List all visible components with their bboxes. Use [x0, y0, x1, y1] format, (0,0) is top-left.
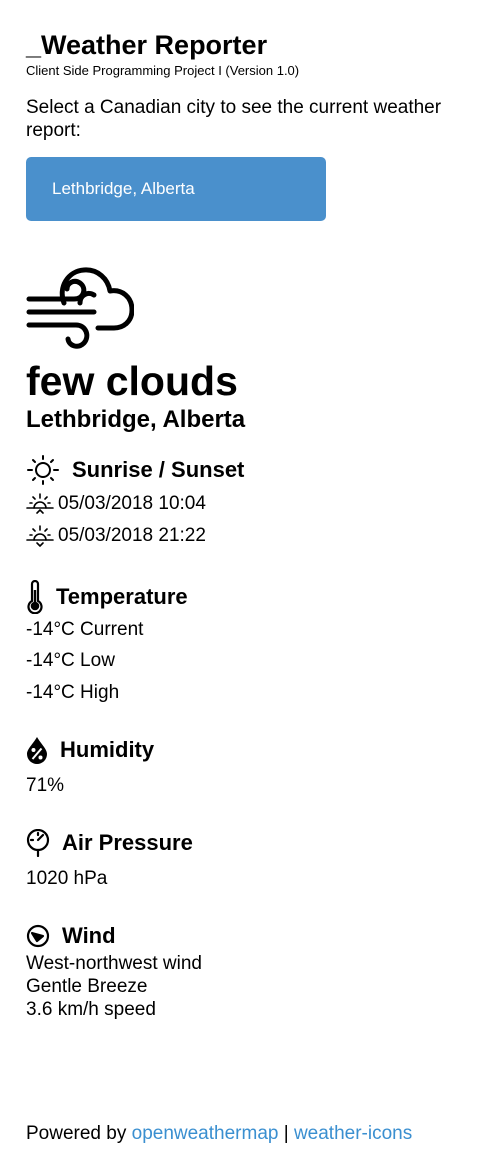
humidity-value: 71% [26, 775, 65, 796]
wind-direction: West-northwest wind [26, 953, 202, 974]
thermometer-icon [27, 580, 43, 614]
app-subtitle: Client Side Programming Project I (Versi… [26, 63, 300, 78]
city-select-value: Lethbridge, Alberta [52, 179, 195, 198]
wind-section-heading: Wind [26, 922, 116, 950]
pressure-section-heading: Air Pressure [26, 829, 193, 857]
cloud-windy-icon [26, 267, 134, 349]
humidity-section-heading: Humidity [26, 736, 154, 764]
footer-separator: | [278, 1123, 294, 1144]
pressure-value: 1020 hPa [26, 868, 108, 889]
sun-section-heading: Sunrise / Sunset [26, 455, 244, 485]
temperature-high: -14°C High [26, 682, 120, 703]
app-title: _Weather Reporter [26, 30, 268, 60]
sunset-time: 05/03/2018 21:22 [58, 525, 206, 546]
sunrise-time: 05/03/2018 10:04 [58, 493, 206, 514]
sunset-icon [26, 525, 54, 548]
footer-prefix: Powered by [26, 1123, 132, 1144]
temperature-current: -14°C Current [26, 619, 144, 640]
humidity-icon [27, 737, 47, 764]
city-select[interactable]: Lethbridge, Alberta [26, 157, 326, 221]
sun-icon [27, 455, 59, 485]
temperature-section-heading: Temperature [26, 580, 188, 614]
weather-icons-link[interactable]: weather-icons [294, 1123, 412, 1144]
wind-description: Gentle Breeze [26, 976, 148, 997]
temperature-heading: Temperature [56, 584, 188, 609]
wind-heading: Wind [62, 923, 116, 948]
sun-heading: Sunrise / Sunset [72, 457, 245, 482]
pressure-heading: Air Pressure [62, 830, 193, 855]
sunrise-row: 05/03/2018 10:04 [26, 492, 206, 516]
footer: Powered by openweathermap | weather-icon… [26, 1122, 412, 1146]
sunrise-icon [26, 493, 54, 514]
temperature-low: -14°C Low [26, 650, 115, 671]
humidity-heading: Humidity [60, 737, 155, 762]
weather-condition: few clouds [26, 358, 238, 404]
openweathermap-link[interactable]: openweathermap [132, 1123, 279, 1144]
barometer-icon [26, 829, 50, 857]
intro-text: Select a Canadian city to see the curren… [26, 97, 442, 141]
wind-direction-icon [26, 924, 50, 948]
weather-location: Lethbridge, Alberta [26, 406, 246, 433]
wind-speed: 3.6 km/h speed [26, 999, 156, 1020]
sunset-row: 05/03/2018 21:22 [26, 524, 206, 548]
